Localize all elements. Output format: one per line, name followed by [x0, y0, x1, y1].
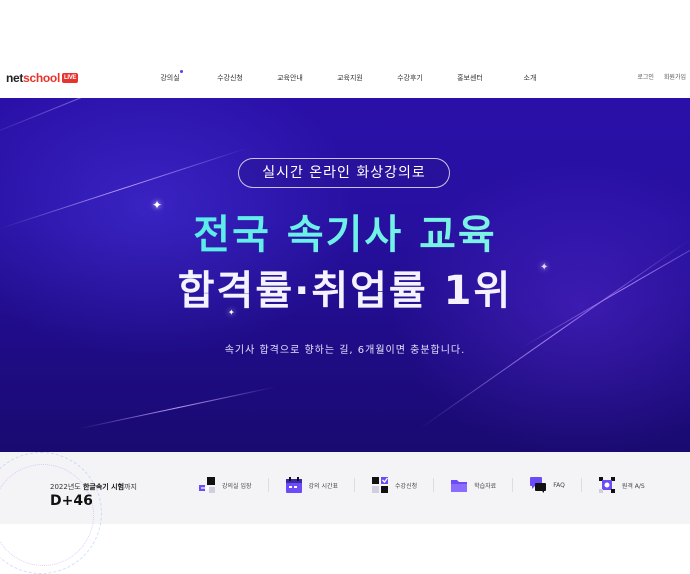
- nav-item-about[interactable]: 소개: [500, 58, 560, 98]
- dday-value: 46: [73, 493, 93, 509]
- dday-display: D+46: [50, 493, 93, 509]
- exam-suffix: 까지: [124, 483, 137, 491]
- nav-label: 소개: [523, 74, 537, 82]
- divider: [580, 478, 582, 492]
- quick-link-timetable[interactable]: 강의 시간표: [285, 476, 339, 494]
- hero-headline-primary: 전국 속기사 교육: [0, 210, 690, 260]
- quick-link-label: 학습자료: [474, 482, 497, 490]
- quick-link-label: 원격 A/S: [621, 482, 645, 490]
- quick-link-faq[interactable]: FAQ: [529, 476, 565, 494]
- light-beam: [79, 386, 276, 429]
- exam-name: 한글속기 시험: [82, 483, 125, 491]
- quick-link-materials[interactable]: 학습자료: [450, 476, 496, 494]
- quick-link-label: 강의실 입장: [222, 482, 252, 490]
- classroom-enter-icon: [198, 476, 216, 494]
- quick-link-classroom[interactable]: 강의실 입장: [198, 476, 252, 494]
- hero-pill-label: 실시간 온라인 화상강의로: [238, 158, 450, 188]
- light-beam: [0, 98, 314, 139]
- logo-live-badge: LIVE: [61, 73, 79, 83]
- nav-label: 교육안내: [277, 74, 303, 82]
- folder-icon: [450, 476, 468, 494]
- login-link[interactable]: 로그인: [637, 58, 654, 98]
- divider: [267, 478, 269, 492]
- divider: [512, 478, 514, 492]
- nav-label: 홍보센터: [457, 74, 483, 82]
- exam-year: 2022년도: [50, 483, 81, 491]
- nav-item-education-support[interactable]: 교육지원: [320, 58, 380, 98]
- main-nav: 강의실 수강신청 교육안내 교육지원 수강후기 홍보센터 소개: [140, 58, 560, 98]
- quick-link-label: 수강신청: [395, 482, 418, 490]
- divider: [433, 478, 435, 492]
- dday-label: D+: [50, 493, 74, 509]
- quick-link-label: 강의 시간표: [308, 482, 339, 490]
- divider: [354, 478, 356, 492]
- nav-item-reviews[interactable]: 수강후기: [380, 58, 440, 98]
- logo-text-school: school: [23, 71, 60, 85]
- chat-bubbles-icon: [529, 476, 547, 494]
- hero-subtitle: 속기사 합격으로 향하는 길, 6개월이면 충분합니다.: [224, 345, 466, 356]
- nav-label: 강의실: [160, 74, 180, 82]
- util-links: 로그인 회원가입: [637, 58, 686, 98]
- nav-item-education-info[interactable]: 교육안내: [260, 58, 320, 98]
- hero-headline-secondary: 합격률·취업률 1위: [177, 268, 513, 314]
- signup-link[interactable]: 회원가입: [664, 58, 686, 98]
- nav-label: 교육지원: [337, 74, 363, 82]
- quick-link-enroll[interactable]: 수강신청: [371, 476, 417, 494]
- nav-label: 수강후기: [397, 74, 423, 82]
- nav-item-classroom[interactable]: 강의실: [140, 58, 200, 98]
- nav-item-enroll[interactable]: 수강신청: [200, 58, 260, 98]
- nav-item-pr-center[interactable]: 홍보센터: [440, 58, 500, 98]
- new-indicator-dot: [180, 70, 183, 73]
- site-logo[interactable]: net school LIVE: [6, 71, 79, 85]
- remote-support-icon: [598, 476, 616, 494]
- exam-caption: 2022년도 한글속기 시험까지: [50, 482, 137, 492]
- enroll-icon: [371, 476, 389, 494]
- quick-menu-bar: 2022년도 한글속기 시험까지 D+46 강의실 입장 강의 시간표 수강신청: [0, 452, 690, 574]
- quick-link-label: FAQ: [553, 481, 565, 489]
- quick-links: 강의실 입장 강의 시간표 수강신청 학습자료 FAQ 원격 A/S: [198, 476, 661, 494]
- dday-counter: 2022년도 한글속기 시험까지 D+46: [0, 452, 160, 574]
- nav-label: 수강신청: [217, 74, 243, 82]
- site-header: net school LIVE 강의실 수강신청 교육안내 교육지원 수강후기 …: [0, 58, 690, 98]
- quick-link-remote-as[interactable]: 원격 A/S: [598, 476, 645, 494]
- timetable-icon: [285, 476, 303, 494]
- logo-text-net: net: [6, 71, 24, 85]
- hero-banner[interactable]: ✦ ✦ ✦ 실시간 온라인 화상강의로 전국 속기사 교육 합격률·취업률 1위…: [0, 98, 690, 452]
